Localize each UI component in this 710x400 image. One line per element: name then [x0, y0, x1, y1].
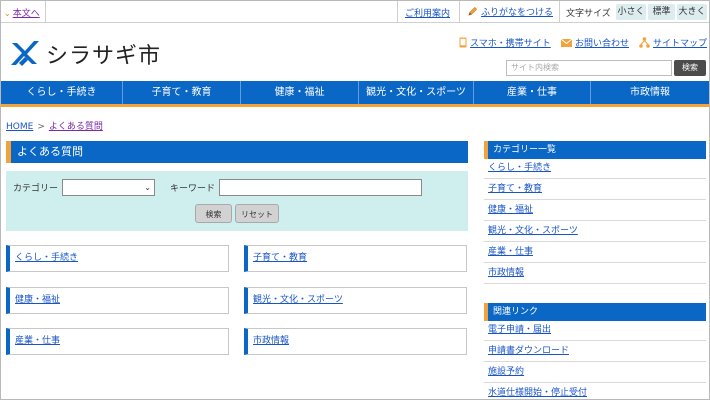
mobile-site-link[interactable]: スマホ・携帯サイト: [459, 36, 551, 49]
category-card-tourism[interactable]: 観光・文化・スポーツ: [244, 287, 467, 314]
breadcrumb-home[interactable]: HOME: [6, 122, 33, 132]
nav-item-tourism[interactable]: 観光・文化・スポーツ: [359, 81, 474, 104]
faq-filter-panel: カテゴリー ⌄ キーワード 検索 リセット: [6, 171, 468, 231]
sitemap-icon: [639, 37, 650, 48]
sidebar-category-item[interactable]: 観光・文化・スポーツ: [484, 221, 706, 242]
sidebar-link-item[interactable]: 施設予約: [484, 362, 706, 383]
category-card-childcare[interactable]: 子育て・教育: [244, 245, 467, 272]
divider: [559, 1, 560, 23]
sidebar-category-item[interactable]: くらし・手続き: [484, 158, 706, 179]
nav-item-childcare[interactable]: 子育て・教育: [123, 81, 241, 104]
category-card-living[interactable]: くらし・手続き: [6, 245, 229, 272]
filter-reset-button[interactable]: リセット: [235, 204, 279, 223]
keyword-input[interactable]: [219, 179, 422, 196]
sidebar-category-item[interactable]: 健康・福祉: [484, 200, 706, 221]
keyword-label: キーワード: [170, 184, 216, 194]
divider: [397, 1, 398, 23]
sidebar-category-heading: カテゴリー一覧: [484, 141, 706, 159]
breadcrumb-separator: >: [37, 122, 45, 132]
font-size-label: 文字サイズ: [566, 9, 611, 19]
page-frame: ⌄ 本文へ ご利用案内 ふりがなをつける 文字サイズ 小さく 標準 大きく シラサ…: [0, 0, 710, 400]
site-search-input[interactable]: サイト内検索: [506, 60, 672, 76]
filter-search-button[interactable]: 検索: [195, 204, 232, 223]
sidebar-link-item[interactable]: 水道仕様開始・停止受付: [484, 383, 706, 399]
envelope-icon: [561, 38, 572, 47]
chevron-down-icon: ⌄: [144, 183, 151, 192]
chevron-down-icon: ⌄: [4, 9, 11, 18]
skip-to-content-link[interactable]: ⌄ 本文へ: [4, 6, 40, 19]
category-label: カテゴリー: [13, 184, 59, 194]
sidebar-category-item[interactable]: 産業・仕事: [484, 242, 706, 263]
divider: [45, 1, 46, 23]
egret-logo-icon: [11, 41, 39, 66]
category-select[interactable]: ⌄: [62, 179, 155, 196]
site-name: シラサギ市: [46, 44, 162, 69]
font-size-standard-button[interactable]: 標準: [648, 4, 675, 20]
furigana-button[interactable]: ふりがなをつける: [467, 5, 553, 18]
divider: [459, 1, 460, 23]
sidebar-category-item[interactable]: 子育て・教育: [484, 179, 706, 200]
guide-link[interactable]: ご利用案内: [405, 6, 450, 19]
category-card-industry[interactable]: 産業・仕事: [6, 328, 229, 355]
category-card-municipal[interactable]: 市政情報: [244, 328, 467, 355]
breadcrumb: HOME > よくある質問: [6, 119, 103, 132]
sitemap-link[interactable]: サイトマップ: [639, 36, 707, 49]
contact-link[interactable]: お問い合わせ: [561, 36, 629, 49]
sidebar-links-heading: 関連リンク: [484, 303, 706, 321]
utility-bar: ⌄ 本文へ ご利用案内 ふりがなをつける 文字サイズ 小さく 標準 大きく: [1, 1, 709, 23]
font-size-small-button[interactable]: 小さく: [616, 4, 646, 20]
site-search-button[interactable]: 検索: [674, 60, 706, 76]
nav-item-health[interactable]: 健康・福祉: [241, 81, 359, 104]
breadcrumb-current[interactable]: よくある質問: [49, 122, 103, 132]
site-logo[interactable]: シラサギ市: [8, 37, 161, 71]
main-nav: くらし・手続き 子育て・教育 健康・福祉 観光・文化・スポーツ 産業・仕事 市政…: [1, 81, 709, 107]
category-card-health[interactable]: 健康・福祉: [6, 287, 229, 314]
pencil-icon: [468, 6, 478, 16]
nav-item-industry[interactable]: 産業・仕事: [474, 81, 591, 104]
sidebar-link-item[interactable]: 電子申請・届出: [484, 320, 706, 341]
sidebar-link-item[interactable]: 申請書ダウンロード: [484, 341, 706, 362]
nav-item-municipal[interactable]: 市政情報: [591, 81, 709, 104]
sidebar-category-item[interactable]: 市政情報: [484, 263, 706, 284]
nav-item-living[interactable]: くらし・手続き: [1, 81, 123, 104]
page-title: よくある質問: [6, 141, 468, 163]
smartphone-icon: [459, 37, 467, 48]
font-size-large-button[interactable]: 大きく: [677, 4, 707, 20]
